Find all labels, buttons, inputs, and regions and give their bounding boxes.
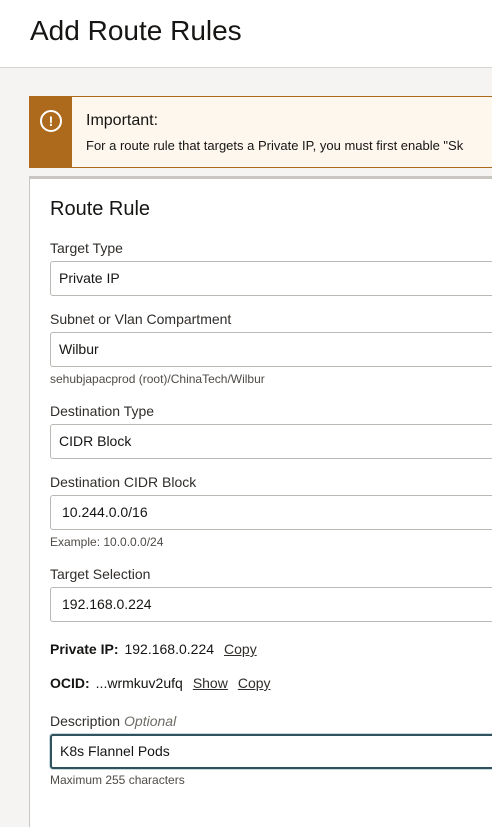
compartment-label: Subnet or Vlan Compartment: [50, 311, 232, 327]
ocid-show-link[interactable]: Show: [193, 675, 228, 691]
destination-cidr-input[interactable]: 10.244.0.0/16: [50, 495, 492, 530]
page-title: Add Route Rules: [30, 15, 242, 46]
compartment-path: sehubjapacprod (root)/ChinaTech/Wilbur: [50, 372, 265, 386]
private-ip-row: Private IP: 192.168.0.224 Copy: [50, 641, 257, 657]
alert-title: Important:: [86, 112, 159, 129]
route-rule-title: Route Rule: [50, 198, 151, 220]
private-ip-copy-link[interactable]: Copy: [224, 641, 257, 657]
target-type-select[interactable]: Private IP: [50, 261, 492, 296]
ocid-value: ...wrmkuv2ufq: [95, 675, 183, 691]
target-selection-select[interactable]: 192.168.0.224: [50, 587, 492, 622]
description-hint: Maximum 255 characters: [50, 773, 185, 787]
destination-type-label: Destination Type: [50, 403, 155, 419]
ocid-label: OCID:: [50, 675, 90, 691]
page-header: Add Route Rules: [0, 0, 492, 68]
compartment-select[interactable]: Wilbur: [50, 332, 492, 367]
private-ip-value: 192.168.0.224: [124, 641, 215, 657]
target-type-label: Target Type: [50, 240, 123, 256]
ocid-row: OCID: ...wrmkuv2ufq Show Copy: [50, 675, 271, 691]
important-alert: ! Important: For a route rule that targe…: [29, 96, 492, 168]
target-selection-label: Target Selection: [50, 566, 151, 582]
description-label: Description: [50, 713, 121, 729]
private-ip-label: Private IP:: [50, 641, 119, 657]
description-input[interactable]: K8s Flannel Pods: [50, 734, 492, 769]
alert-body: For a route rule that targets a Private …: [86, 138, 464, 153]
description-label-row: Description Optional: [50, 713, 176, 729]
destination-cidr-label: Destination CIDR Block: [50, 474, 197, 490]
destination-cidr-example: Example: 10.0.0.0/24: [50, 535, 164, 549]
destination-type-select[interactable]: CIDR Block: [50, 424, 492, 459]
description-optional: Optional: [124, 713, 177, 729]
exclamation-circle-icon: !: [40, 110, 62, 132]
alert-stripe: !: [30, 97, 72, 167]
ocid-copy-link[interactable]: Copy: [238, 675, 271, 691]
